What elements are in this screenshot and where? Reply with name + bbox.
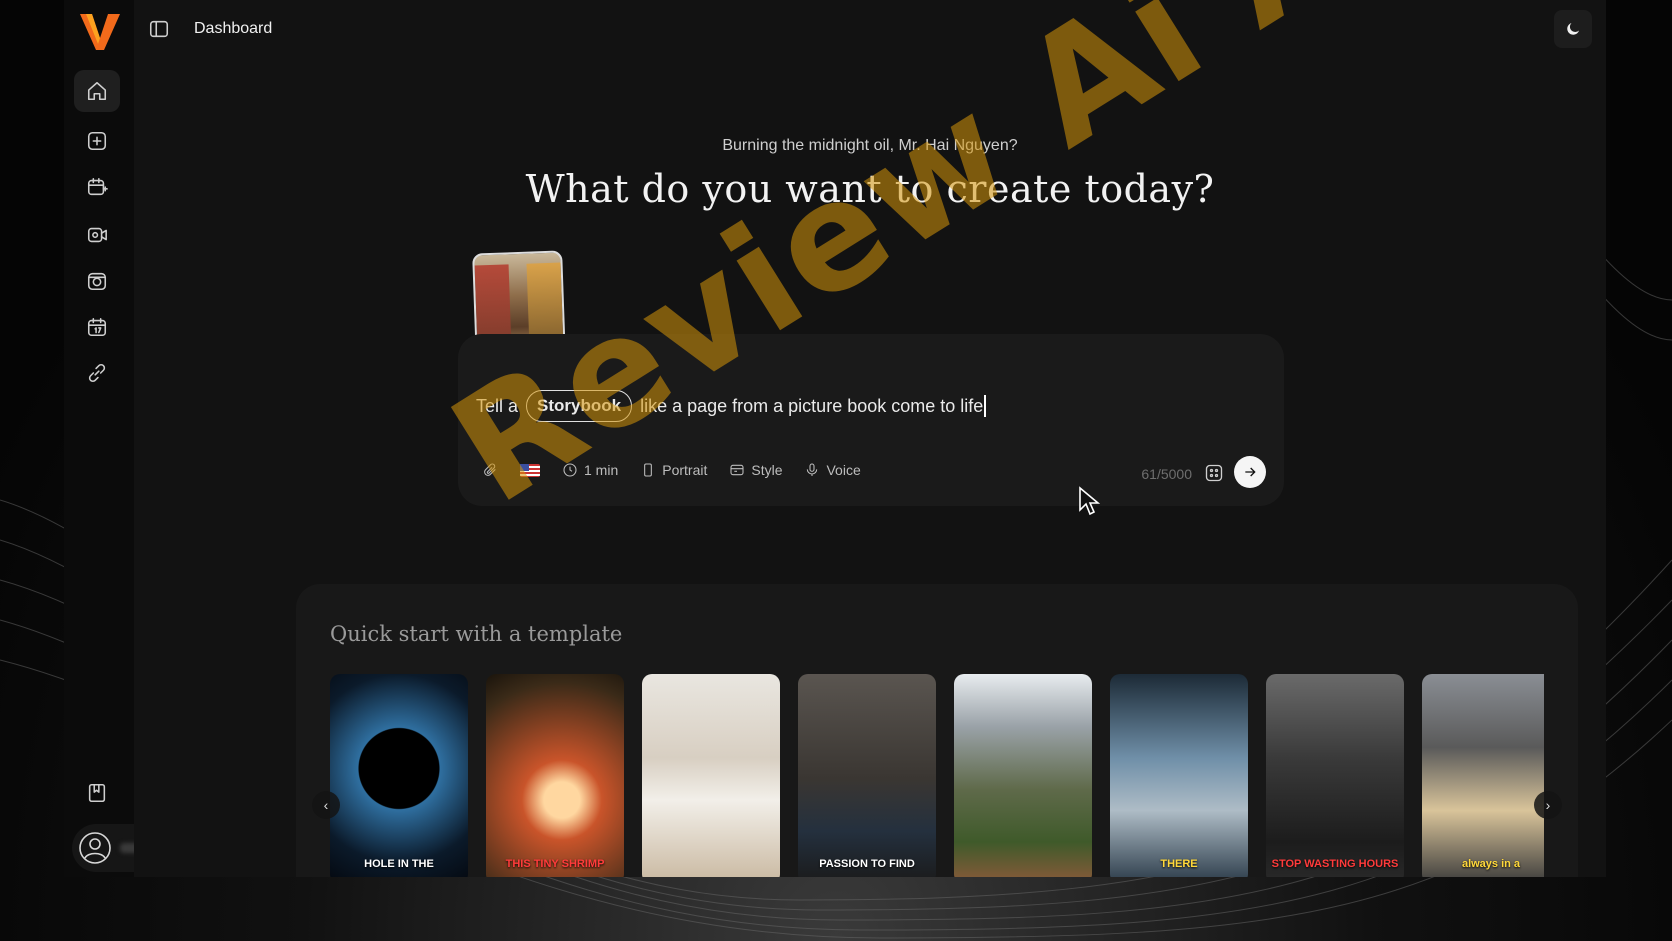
sidebar-item-create[interactable] (74, 120, 120, 162)
text-caret (984, 395, 987, 417)
prompt-input[interactable]: Tell a Storybook like a page from a pict… (476, 390, 987, 422)
template-picker-button[interactable] (1204, 463, 1224, 483)
book-icon (88, 783, 106, 803)
grid-icon (1205, 464, 1223, 482)
template-card[interactable] (642, 674, 780, 877)
template-card[interactable]: THIS TINY SHRIMP (486, 674, 624, 877)
panel-left-icon (149, 20, 169, 38)
template-card[interactable]: THERE (1110, 674, 1248, 877)
template-caption: PASSION TO FIND (819, 858, 915, 870)
prompt-prefix: Tell a (476, 395, 519, 416)
topbar: Dashboard (134, 0, 1606, 60)
clock-icon (563, 463, 577, 477)
sidebar-toggle-button[interactable] (148, 18, 172, 42)
carousel-prev-button[interactable]: ‹ (312, 791, 340, 819)
headline: What do you want to create today? (525, 167, 1215, 211)
voice-label: Voice (826, 462, 861, 478)
duration-label: 1 min (584, 462, 619, 478)
greeting-text: Burning the midnight oil, Mr. Hai Nguyen… (722, 137, 1018, 154)
style-icon (730, 464, 744, 476)
portrait-icon (644, 463, 653, 477)
orientation-button[interactable]: Portrait (640, 462, 707, 478)
plus-square-icon (87, 131, 107, 151)
calendar-icon (87, 317, 107, 337)
orientation-label: Portrait (662, 462, 708, 478)
home-icon (87, 81, 107, 101)
sidebar-item-home[interactable] (74, 70, 120, 112)
page-title: Dashboard (194, 20, 273, 37)
template-card[interactable]: PASSION TO FIND (798, 674, 936, 877)
arrow-right-icon (1245, 467, 1256, 477)
sidebar-item-schedule-new[interactable] (74, 166, 120, 208)
sidebar-item-calendar[interactable] (74, 306, 120, 348)
brand-logo[interactable] (76, 8, 124, 54)
paperclip-icon (484, 463, 496, 476)
language-button[interactable] (520, 463, 540, 477)
main-area: Dashboard Burning the midnight oil, Mr. … (134, 0, 1606, 877)
sidebar-item-media[interactable] (74, 260, 120, 302)
moon-icon (1567, 23, 1579, 35)
theme-toggle-button[interactable] (1554, 10, 1592, 48)
sidebar-item-links[interactable] (74, 352, 120, 394)
microphone-icon (807, 463, 818, 476)
template-card[interactable]: always in a (1422, 674, 1544, 877)
user-circle-icon (79, 832, 111, 864)
template-card[interactable] (954, 674, 1092, 877)
character-counter: 61/5000 (1141, 466, 1192, 482)
duration-button[interactable]: 1 min (562, 462, 618, 478)
sidebar (64, 0, 240, 877)
sidebar-item-library[interactable] (74, 772, 120, 814)
template-caption: THIS TINY SHRIMP (505, 858, 605, 870)
photo-camera-icon (87, 272, 107, 291)
carousel-next-button[interactable]: › (1534, 791, 1562, 819)
mouse-cursor-icon (1079, 486, 1100, 516)
story-type-chip[interactable]: Storybook (526, 390, 633, 422)
chevron-right-icon: › (1545, 797, 1551, 813)
template-caption: HOLE IN THE (364, 858, 434, 870)
template-card[interactable]: HOLE IN THE (330, 674, 468, 877)
style-label: Style (751, 462, 783, 478)
chevron-left-icon: ‹ (323, 797, 329, 813)
prompt-card: Tell a Storybook like a page from a pict… (458, 334, 1284, 506)
template-card[interactable]: STOP WASTING HOURS (1266, 674, 1404, 877)
sidebar-item-videos[interactable] (74, 214, 120, 256)
prompt-suffix: like a page from a picture book come to … (640, 395, 984, 416)
link-icon (88, 363, 106, 383)
template-section-title: Quick start with a template (330, 622, 623, 646)
template-caption: always in a (1461, 858, 1521, 870)
app-window: Dashboard Burning the midnight oil, Mr. … (64, 0, 1606, 877)
voice-button[interactable]: Voice (804, 462, 861, 478)
template-caption: THERE (1160, 858, 1198, 870)
us-flag-icon (520, 463, 540, 477)
template-carousel: HOLE IN THE THIS TINY SHRIMP PASSION TO … (330, 674, 1544, 877)
attach-button[interactable] (482, 462, 498, 478)
template-caption: STOP WASTING HOURS (1271, 858, 1399, 870)
calendar-plus-icon (87, 177, 108, 196)
template-panel: Quick start with a template HOLE IN THE … (296, 584, 1578, 877)
style-button[interactable]: Style (729, 462, 782, 478)
submit-button[interactable] (1234, 456, 1266, 488)
prompt-toolbar: 1 min Portrait Style Voice (482, 462, 861, 478)
video-camera-icon (87, 227, 107, 243)
